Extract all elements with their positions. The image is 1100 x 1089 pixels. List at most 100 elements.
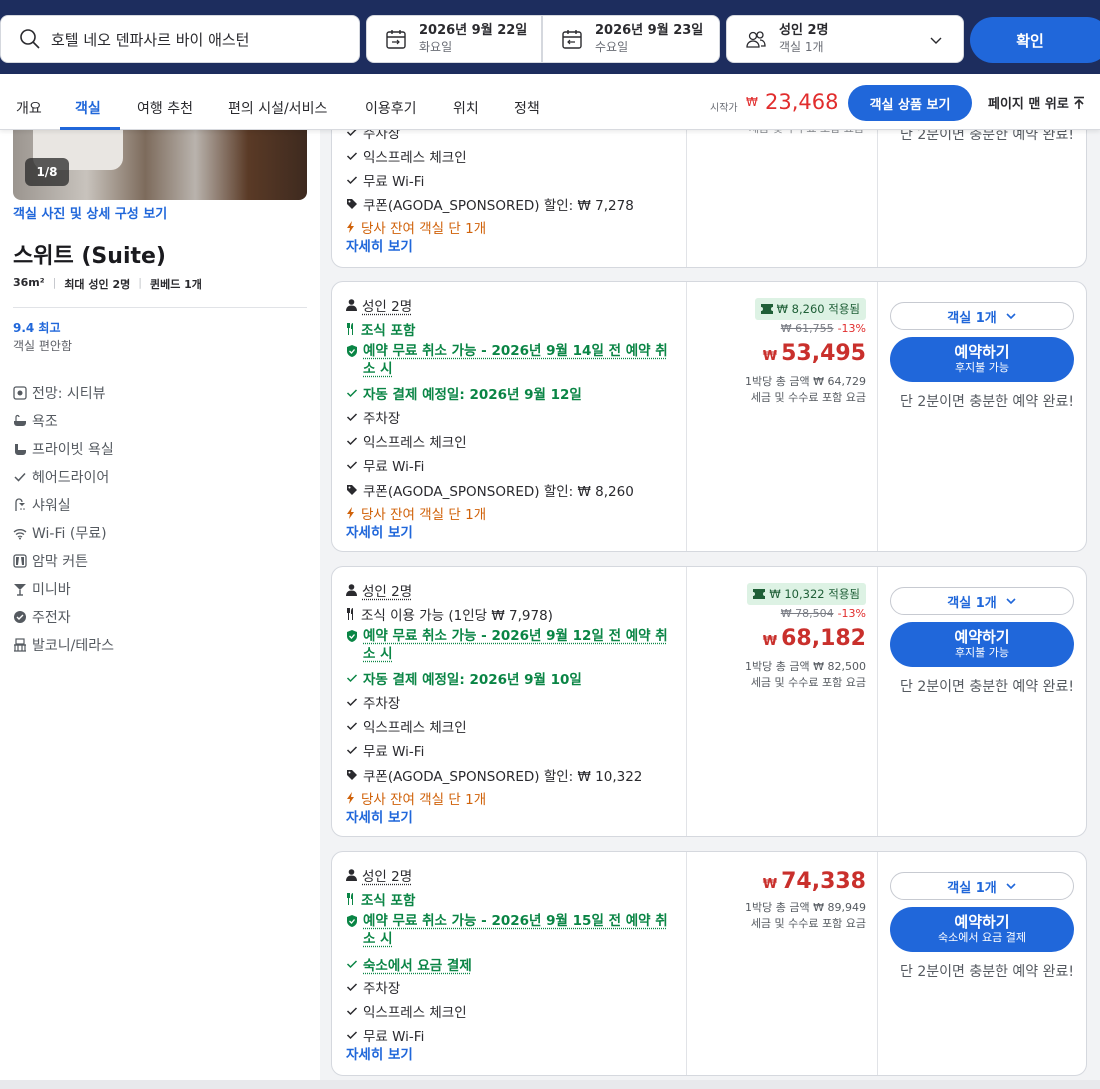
tab-reviews[interactable]: 이용후기	[365, 98, 417, 118]
amenity-bathtub: 욕조	[13, 411, 58, 431]
book-sublabel: 숙소에서 요금 결제	[938, 930, 1026, 945]
book-button[interactable]: 예약하기 후지불 가능	[890, 622, 1074, 667]
tab-rooms[interactable]: 객실	[75, 98, 101, 118]
discount-percent: -13%	[838, 322, 866, 335]
price-column: ₩ 8,260 적용됨 ₩ 61,755 -13% ₩53,495 1박당 총 금…	[686, 282, 866, 552]
tab-policies[interactable]: 정책	[514, 98, 540, 118]
photo-counter: 1/8	[25, 158, 69, 186]
amenity-label: 샤워실	[32, 495, 71, 515]
details-link[interactable]: 자세히 보기	[346, 521, 413, 541]
feature-wifi: 무료 Wi-Fi	[346, 1025, 424, 1045]
tag-icon	[346, 484, 358, 496]
details-link[interactable]: 자세히 보기	[346, 235, 413, 255]
check-icon	[346, 958, 358, 970]
feature-parking: 주차장	[346, 407, 400, 427]
per-night-total: 1박당 총 금액 ₩ 82,500	[745, 658, 866, 674]
per-night-total: 1박당 총 금액 ₩ 89,949	[745, 899, 866, 915]
tab-overview[interactable]: 개요	[16, 98, 42, 118]
price: ₩68,182	[763, 626, 866, 651]
amenity-label: 암막 커튼	[32, 551, 88, 571]
tab-location[interactable]: 위치	[453, 98, 479, 118]
room-count-select[interactable]: 객실 1개	[890, 587, 1074, 615]
search-icon	[19, 28, 41, 50]
room-photo[interactable]: 1/8	[13, 130, 307, 200]
confirm-button[interactable]: 확인	[970, 17, 1100, 63]
person-icon	[346, 869, 357, 881]
feature-guests: 성인 2명	[346, 295, 412, 315]
amenity-label: 발코니/테라스	[32, 635, 114, 655]
feature-wifi: 무료 Wi-Fi	[346, 170, 424, 190]
price-value: 68,182	[781, 626, 866, 651]
amenity-private-bath: 프라이빗 욕실	[13, 439, 114, 459]
shield-check-icon	[346, 915, 358, 927]
guests-field[interactable]: 성인 2명 객실 1개	[726, 15, 964, 63]
feature-label: 성인 2명	[362, 295, 412, 315]
feature-label: 당사 잔여 객실 단 1개	[361, 217, 486, 237]
room-count-select[interactable]: 객실 1개	[890, 302, 1074, 330]
column-divider	[877, 852, 878, 1075]
checkout-field[interactable]: 2026년 9월 23일 수요일	[542, 15, 720, 63]
checkin-field[interactable]: 2026년 9월 22일 화요일	[366, 15, 542, 63]
bathtub-icon	[13, 414, 27, 428]
back-to-top-link[interactable]: 페이지 맨 위로	[988, 93, 1085, 112]
room-count-label: 객실 1개	[947, 877, 996, 896]
price: ₩53,495	[763, 341, 866, 366]
amenity-view: 전망: 시티뷰	[13, 383, 106, 403]
tab-facilities[interactable]: 편의 시설/서비스	[228, 98, 327, 118]
feature-label: 자동 결제 예정일: 2026년 9월 10일	[363, 668, 582, 688]
price-column: ₩ 10,322 적용됨 ₩ 78,504 -13% ₩68,182 1박당 총 …	[686, 567, 866, 837]
view-icon	[13, 386, 27, 400]
price-currency: ₩	[763, 349, 777, 364]
details-label: 자세히 보기	[346, 1043, 413, 1063]
view-rooms-button[interactable]: 객실 상품 보기	[848, 85, 972, 121]
room-count-label: 객실 1개	[947, 592, 996, 611]
feature-meal: 조식 이용 가능 (1인당 ₩ 7,978)	[346, 604, 553, 624]
room-count-select[interactable]: 객실 1개	[890, 872, 1074, 900]
feature-label: 숙소에서 요금 결제	[363, 954, 472, 974]
room-size: 36m²	[13, 276, 45, 292]
chevron-down-icon	[1005, 595, 1017, 607]
price-value: 53,495	[781, 341, 866, 366]
wifi-icon	[13, 526, 27, 540]
from-price-label: 시작가	[710, 99, 738, 114]
amenity-minibar: 미니바	[13, 579, 71, 599]
section-nav: 개요 객실 여행 추천 편의 시설/서비스 이용후기 위치 정책 시작가 ₩ 2…	[0, 74, 1100, 130]
hotel-search-input[interactable]: 호텔 네오 덴파사르 바이 애스턴	[0, 15, 360, 63]
feature-meal: 조식 포함	[346, 889, 415, 909]
book-sublabel: 후지불 가능	[955, 360, 1009, 375]
lightning-icon	[346, 507, 356, 519]
amenity-label: 욕조	[32, 411, 58, 431]
divider	[13, 307, 307, 308]
guests-count: 성인 2명	[779, 22, 828, 39]
amenity-label: 전망: 시티뷰	[32, 383, 106, 403]
check-icon	[346, 150, 358, 162]
person-icon	[346, 584, 357, 596]
feature-label: 조식 이용 가능 (1인당 ₩ 7,978)	[361, 604, 553, 624]
feature-coupon: 쿠폰(AGODA_SPONSORED) 할인: ₩ 10,322	[346, 765, 642, 785]
amenity-label: 미니바	[32, 579, 71, 599]
feature-label: 익스프레스 체크인	[363, 431, 467, 451]
room-photos-link[interactable]: 객실 사진 및 상세 구성 보기	[13, 203, 167, 222]
calendar-checkin-icon	[385, 28, 407, 50]
coupon-applied-text: ₩ 8,260 적용됨	[777, 301, 860, 317]
hotel-search-value: 호텔 네오 덴파사르 바이 애스턴	[51, 29, 249, 50]
check-icon	[346, 672, 358, 684]
per-night-total: 1박당 총 금액 ₩ 64,729	[745, 373, 866, 389]
feature-label: 무료 Wi-Fi	[363, 455, 424, 475]
check-icon	[346, 174, 358, 186]
shield-check-icon	[346, 630, 358, 642]
feature-wifi: 무료 Wi-Fi	[346, 455, 424, 475]
feature-free-cancel: 예약 무료 취소 가능 - 2026년 9월 15일 전 예약 취소 시	[346, 912, 676, 948]
book-button[interactable]: 예약하기 숙소에서 요금 결제	[890, 907, 1074, 952]
details-link[interactable]: 자세히 보기	[346, 1043, 413, 1063]
check-icon	[346, 696, 358, 708]
feature-guests: 성인 2명	[346, 865, 412, 885]
details-link[interactable]: 자세히 보기	[346, 806, 413, 826]
book-button[interactable]: 예약하기 후지불 가능	[890, 337, 1074, 382]
book-label: 예약하기	[954, 915, 1009, 930]
rate-card: 성인 2명 조식 포함 예약 무료 취소 가능 - 2026년 9월 15일 전…	[331, 851, 1087, 1076]
from-price-currency: ₩	[746, 95, 758, 109]
price: ₩74,338	[763, 869, 866, 894]
feature-guests: 성인 2명	[346, 580, 412, 600]
tab-travel-recommendations[interactable]: 여행 추천	[137, 98, 193, 118]
